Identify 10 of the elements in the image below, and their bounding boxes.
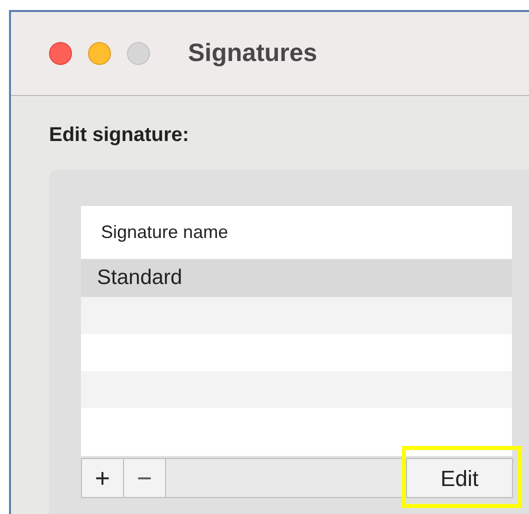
minimize-window-button[interactable] xyxy=(88,42,111,65)
edit-button[interactable]: Edit xyxy=(406,459,512,497)
close-window-button[interactable] xyxy=(49,42,72,65)
column-header: Signature name xyxy=(101,221,228,244)
zoom-window-button[interactable] xyxy=(127,42,150,65)
section-heading: Edit signature: xyxy=(49,124,190,146)
add-button[interactable]: + xyxy=(82,459,124,497)
window-title: Signatures xyxy=(188,38,318,69)
remove-button[interactable]: − xyxy=(124,459,166,497)
table-row[interactable]: Standard xyxy=(81,259,512,297)
